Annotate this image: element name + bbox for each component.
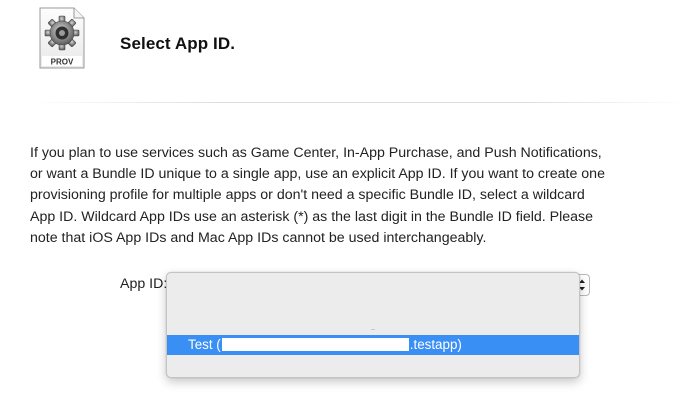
redacted-bundle-prefix: [221, 338, 409, 352]
app-id-label: App ID:: [120, 276, 168, 292]
menu-separator: [371, 329, 375, 330]
page: PROV Select App ID. If you plan to use s…: [0, 0, 686, 418]
section-divider: [30, 102, 686, 103]
page-title: Select App ID.: [120, 34, 236, 53]
app-id-option-test[interactable]: Test ( .testapp): [167, 335, 579, 355]
option-suffix: .testapp): [409, 337, 462, 352]
description-text: If you plan to use services such as Game…: [30, 143, 650, 249]
provisioning-profile-icon: PROV: [39, 7, 85, 69]
prov-icon-label: PROV: [51, 58, 74, 67]
description-line: If you plan to use services such as Game…: [30, 145, 602, 161]
description-line: provisioning profile for multiple apps o…: [30, 187, 585, 204]
option-prefix: Test (: [188, 337, 221, 352]
description-line: or want a Bundle ID unique to a single a…: [30, 166, 605, 183]
app-id-dropdown-menu[interactable]: Test ( .testapp): [166, 272, 580, 378]
description-line: App ID. Wildcard App IDs use an asterisk…: [30, 208, 594, 225]
description-line: note that iOS App IDs and Mac App IDs ca…: [30, 229, 487, 246]
